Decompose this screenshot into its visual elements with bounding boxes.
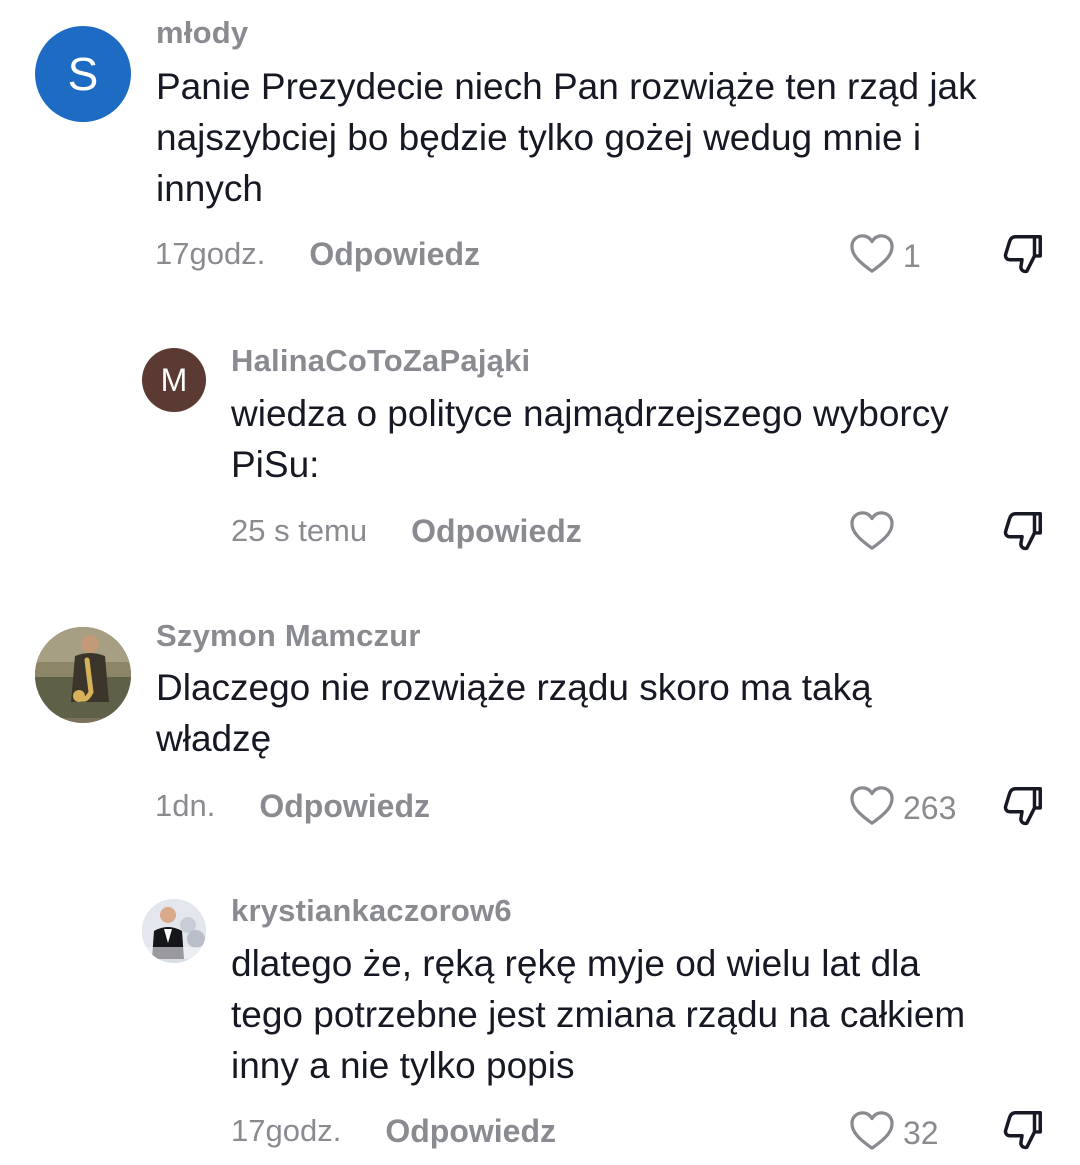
dislike-button[interactable] xyxy=(1000,231,1046,277)
avatar[interactable] xyxy=(142,899,206,963)
dislike-button[interactable] xyxy=(1000,1107,1046,1153)
avatar-letter: M xyxy=(160,361,188,398)
thumbs-down-icon xyxy=(1000,512,1046,558)
reply-button[interactable]: Odpowiedz xyxy=(411,513,582,550)
comment-text: Dlaczego nie rozwiąże rządu skoro ma tak… xyxy=(156,667,872,759)
like-count: 32 xyxy=(903,1115,939,1151)
like-button[interactable] xyxy=(849,510,903,557)
dislike-button[interactable] xyxy=(1000,783,1046,829)
reply-button[interactable]: Odpowiedz xyxy=(309,236,480,273)
heart-icon xyxy=(849,785,895,832)
comment-time: 25 s temu xyxy=(231,513,368,548)
person-in-suit-photo-icon xyxy=(142,899,206,963)
like-button[interactable]: 263 xyxy=(849,785,956,832)
comment-meta: 17godz. Odpowiedz xyxy=(155,229,480,279)
heart-icon xyxy=(849,233,895,280)
like-button[interactable]: 32 xyxy=(849,1110,939,1157)
dislike-button[interactable] xyxy=(1000,508,1046,554)
comment-username[interactable]: młody xyxy=(156,15,248,51)
comment-meta: 17godz. Odpowiedz xyxy=(231,1106,556,1156)
heart-icon xyxy=(849,510,895,557)
heart-icon xyxy=(849,1110,895,1157)
thumbs-down-icon xyxy=(1000,787,1046,833)
avatar[interactable] xyxy=(35,627,131,723)
comment-meta: 1dn. Odpowiedz xyxy=(155,781,430,831)
thumbs-down-icon xyxy=(1000,235,1046,281)
reply-button[interactable]: Odpowiedz xyxy=(259,788,430,825)
comment-text: dlatego że, ręką rękę myje od wielu lat … xyxy=(231,943,966,1086)
comment-text: wiedza o polityce najmądrzejszego wyborc… xyxy=(231,393,949,485)
comment-username[interactable]: krystiankaczorow6 xyxy=(231,893,512,929)
comment-text: Panie Prezydecie niech Pan rozwiąże ten … xyxy=(156,66,977,209)
comment-time: 17godz. xyxy=(231,1113,342,1148)
comment-username[interactable]: HalinaCoToZaPająki xyxy=(231,343,530,379)
comment-time: 1dn. xyxy=(155,788,216,823)
like-button[interactable]: 1 xyxy=(849,233,921,280)
thumbs-down-icon xyxy=(1000,1111,1046,1157)
like-count: 263 xyxy=(903,790,957,826)
comment-username[interactable]: Szymon Mamczur xyxy=(156,618,421,654)
avatar-letter: S xyxy=(67,48,99,100)
avatar[interactable]: S xyxy=(35,26,131,122)
avatar[interactable]: M xyxy=(142,348,206,412)
comment-time: 17godz. xyxy=(155,236,266,271)
reply-button[interactable]: Odpowiedz xyxy=(385,1113,556,1150)
comment-meta: 25 s temu Odpowiedz xyxy=(231,506,582,556)
saxophone-player-photo-icon xyxy=(35,627,131,723)
like-count: 1 xyxy=(903,238,921,274)
